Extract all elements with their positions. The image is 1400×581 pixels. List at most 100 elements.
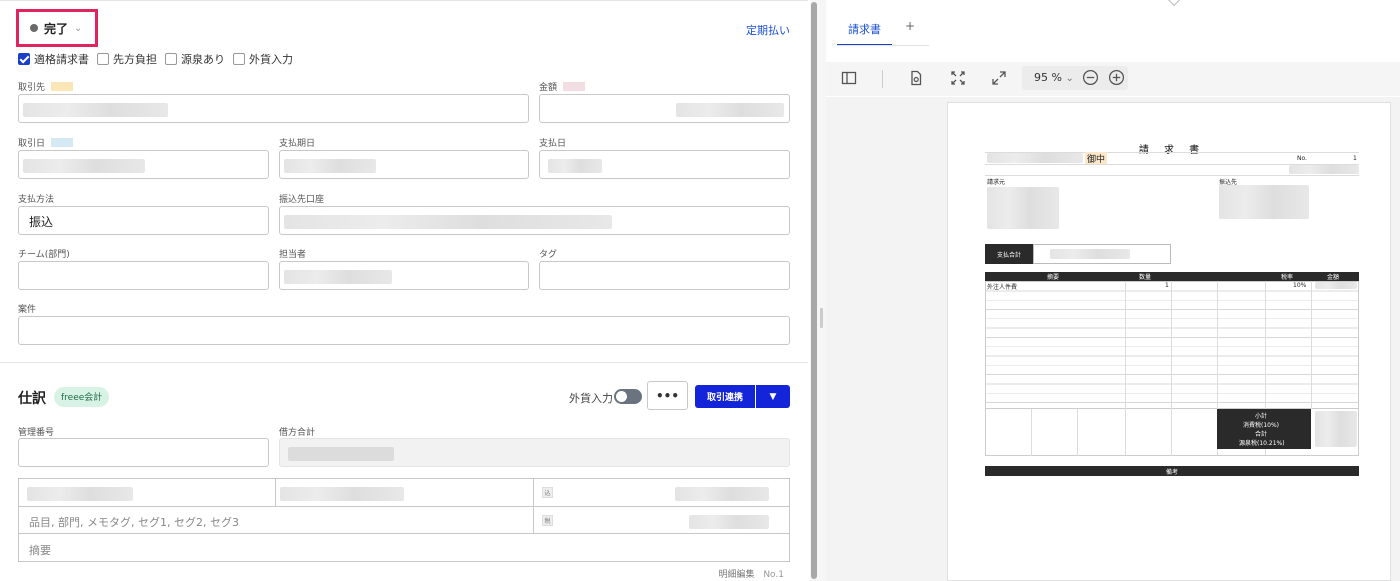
document-viewer-panel: 請求書 + 95 % ⌄ 請 求 書 御中 No. 1 請求元 振込先 支払合計… — [826, 0, 1400, 581]
tag-label-text: タグ — [539, 250, 558, 260]
mgmt-number-input[interactable] — [18, 438, 269, 467]
status-dot-icon — [30, 24, 38, 32]
option-withholding[interactable]: 源泉あり — [165, 51, 225, 67]
amount-label-text: 金額 — [539, 83, 558, 93]
pay-method-value: 振込 — [29, 215, 54, 229]
checkbox-icon[interactable] — [165, 53, 177, 65]
pay-method-label: 支払方法 — [18, 192, 54, 205]
fit-page-icon[interactable] — [908, 70, 924, 90]
pay-date-label-text: 支払日 — [539, 139, 567, 149]
redacted-value — [288, 447, 394, 461]
journal-line-grid: 込 品目, 部門, メモタグ, セグ1, セグ2, セグ3 税 摘要 — [18, 478, 790, 562]
grand-total-label: 合計 — [1255, 431, 1268, 438]
fx-toggle[interactable] — [614, 389, 642, 404]
journal-title: 仕訳 — [18, 391, 46, 407]
total-label-cell: 支払合計 — [985, 244, 1033, 264]
grid-col-line — [533, 479, 534, 534]
row1-desc: 外注人件費 — [987, 284, 1018, 291]
project-select[interactable] — [18, 316, 790, 345]
status-dropdown[interactable]: 完了 ⌄ — [16, 9, 98, 47]
fit-width-icon[interactable] — [950, 70, 966, 90]
pane-resize-handle[interactable] — [820, 308, 823, 328]
redacted-totals — [1315, 411, 1357, 447]
redacted-value — [548, 159, 602, 173]
chevron-down-icon: ⌄ — [1065, 73, 1074, 84]
fullscreen-icon[interactable] — [991, 70, 1007, 90]
line-number: No.1 — [763, 570, 784, 580]
invoice-page: 請 求 書 御中 No. 1 請求元 振込先 支払合計 摘要 数量 税率 金額 … — [947, 102, 1391, 581]
bank-account-select[interactable] — [279, 206, 790, 235]
more-options-button[interactable]: ••• — [647, 381, 688, 410]
amount-input[interactable] — [539, 94, 790, 123]
checkbox-checked-icon[interactable] — [18, 53, 30, 65]
option-label: 適格請求書 — [34, 53, 89, 66]
collapse-caret-icon[interactable] — [1166, 0, 1182, 7]
items-table-header — [985, 272, 1359, 281]
checkbox-icon[interactable] — [233, 53, 245, 65]
items-table-body — [985, 281, 1359, 409]
project-label-text: 案件 — [18, 305, 37, 315]
invoice-no-label: No. — [1297, 155, 1307, 162]
redacted-value — [1315, 282, 1357, 289]
zoom-in-icon[interactable] — [1108, 69, 1125, 90]
col-desc: 摘要 — [1047, 274, 1060, 281]
team-select[interactable] — [18, 261, 269, 290]
deal-link-dropdown-button[interactable]: ▼ — [756, 385, 790, 408]
deal-link-button[interactable]: 取引連携 — [695, 385, 755, 408]
redacted-value — [676, 103, 784, 117]
zoom-out-icon[interactable] — [1082, 69, 1099, 90]
redacted-value — [23, 103, 168, 117]
option-qualified-invoice[interactable]: 適格請求書 — [18, 51, 89, 67]
redacted-value — [284, 270, 392, 284]
mgmt-number-label-text: 管理番号 — [18, 428, 55, 438]
redacted-value — [284, 159, 376, 173]
invoice-no-value: 1 — [1353, 155, 1357, 162]
bank-account-label-text: 振込先口座 — [279, 195, 325, 205]
redacted-value — [1050, 249, 1130, 259]
option-foreign-currency[interactable]: 外貨入力 — [233, 51, 293, 67]
due-date-input[interactable] — [279, 150, 529, 179]
redacted-value — [675, 487, 769, 501]
add-tab-button[interactable]: + — [905, 19, 915, 33]
memo-input[interactable]: 摘要 — [29, 542, 51, 558]
withholding-label: 源泉税(10.21%) — [1239, 440, 1285, 447]
col-rule — [1171, 409, 1172, 456]
due-date-label-text: 支払期日 — [279, 139, 316, 149]
redacted-value — [280, 487, 404, 501]
zoom-select[interactable]: 95 % ⌄ — [1034, 71, 1074, 84]
tax-included-tag: 込 — [542, 487, 553, 498]
pane-splitter — [818, 0, 826, 581]
pay-method-select[interactable]: 振込 — [18, 206, 269, 235]
pay-date-input[interactable] — [539, 150, 790, 179]
amount-highlight-swatch — [563, 82, 586, 91]
redacted-address — [987, 187, 1059, 229]
date-input[interactable] — [18, 150, 269, 179]
tab-invoice[interactable]: 請求書 — [837, 18, 892, 46]
col-rule — [1077, 409, 1078, 456]
tax-amount-input[interactable] — [559, 507, 789, 534]
option-label: 外貨入力 — [249, 53, 293, 66]
account-item-input[interactable] — [19, 479, 275, 507]
tax-label: 消費税(10%) — [1243, 422, 1280, 429]
form-scrollbar[interactable] — [811, 2, 817, 579]
col-rule — [1311, 281, 1312, 409]
option-label: 源泉あり — [181, 53, 225, 66]
line-amount-input[interactable] — [559, 479, 789, 507]
owner-label-text: 担当者 — [279, 250, 307, 260]
col-rate: 税率 — [1281, 274, 1294, 281]
items-tags-input[interactable]: 品目, 部門, メモタグ, セグ1, セグ2, セグ3 — [29, 514, 239, 530]
option-recipient-bears[interactable]: 先方負担 — [97, 51, 157, 67]
partner-input[interactable] — [18, 94, 529, 123]
redacted-value — [23, 159, 145, 173]
line-edit-link[interactable]: 明細編集 — [718, 570, 754, 580]
redacted-bank — [1219, 185, 1309, 219]
tag-select[interactable] — [539, 261, 790, 290]
sidebar-toggle-icon[interactable] — [841, 70, 857, 90]
debit-total-label: 借方合計 — [279, 425, 315, 438]
redacted-value — [284, 215, 612, 229]
recurring-payment-link[interactable]: 定期払い — [746, 22, 790, 38]
deal-form-panel: 完了 ⌄ 定期払い 適格請求書 先方負担 源泉あり 外貨入力 取引先 金額 取引… — [0, 0, 808, 581]
checkbox-icon[interactable] — [97, 53, 109, 65]
tax-category-input[interactable] — [276, 479, 532, 507]
owner-select[interactable] — [279, 261, 529, 290]
